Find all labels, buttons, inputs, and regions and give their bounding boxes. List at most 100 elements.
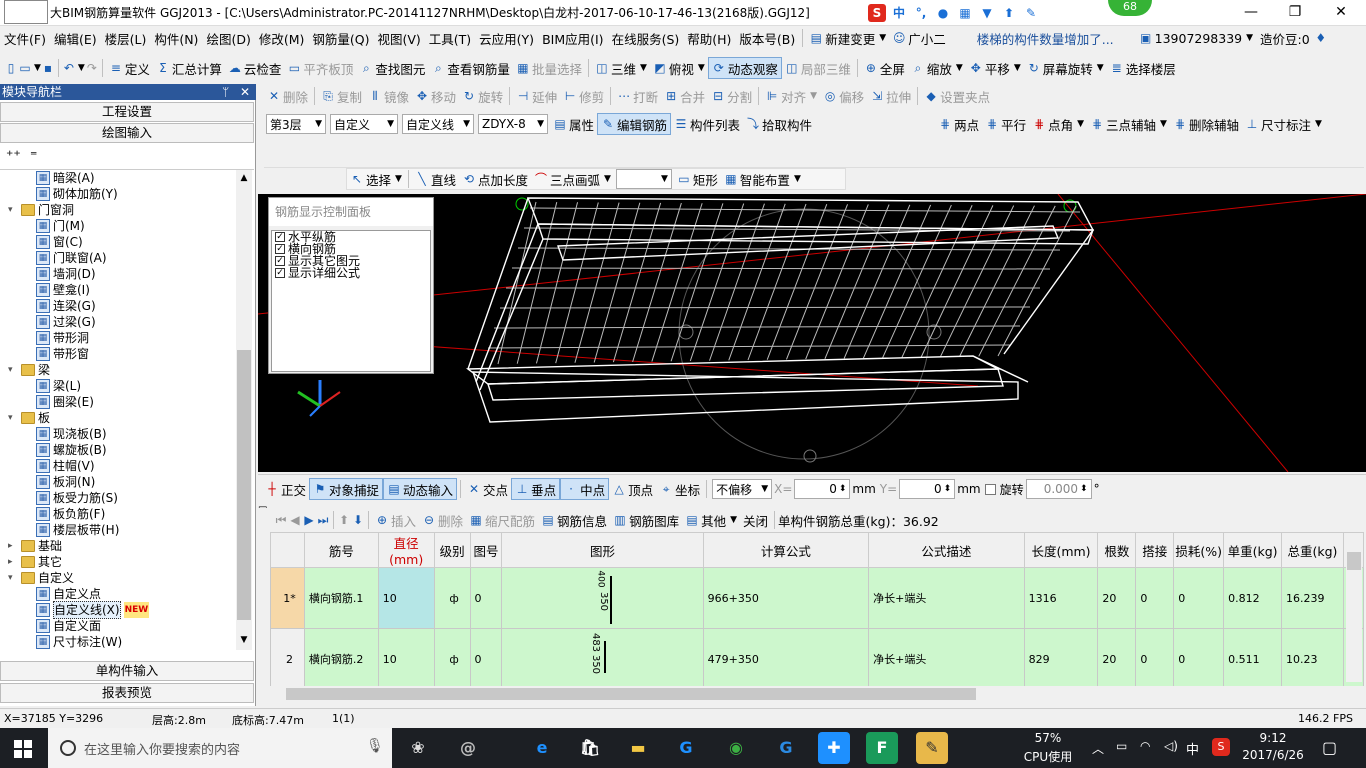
dynamic-input-button[interactable]: ▤ 动态输入 <box>383 478 458 500</box>
midpoint-snap-button[interactable]: · 中点 <box>560 478 610 500</box>
app-green-icon[interactable]: ◉ <box>720 732 752 764</box>
dimension-button[interactable]: ⊥ 尺寸标注 ▼ <box>1242 113 1325 135</box>
notification-badge[interactable]: 68 <box>1108 0 1152 16</box>
expander-icon[interactable]: ▸ <box>8 538 18 554</box>
tree-item[interactable]: ▦ 板受力筋(S) <box>36 490 118 506</box>
last-record-icon[interactable]: ⏭ <box>316 513 330 527</box>
windows-start-icon[interactable] <box>14 740 32 758</box>
ggj-active-app-icon[interactable]: ✚ <box>818 732 850 764</box>
task-view-icon[interactable]: ❀ <box>402 732 434 764</box>
tree-item[interactable]: ▦ 壁龛(I) <box>36 282 90 298</box>
tree-item[interactable]: ▦ 板洞(N) <box>36 474 95 490</box>
select-floor-button[interactable]: ≣ 选择楼层 <box>1107 57 1179 79</box>
stretch-button[interactable]: ⇲ 拉伸 <box>867 85 914 107</box>
new-change-button[interactable]: ▤ 新建变更 ▼ <box>806 27 889 49</box>
taskbar-search-box[interactable]: 在这里输入你要搜索的内容 🎙 <box>48 728 392 768</box>
tree-item[interactable]: ▦ 门联窗(A) <box>36 250 107 266</box>
tree-folder[interactable]: ▾ 梁 <box>8 362 50 378</box>
upload-icon[interactable]: ⬆ <box>1000 4 1018 22</box>
redo-icon[interactable]: ↷ <box>85 61 99 75</box>
rotate-input[interactable]: 0.000 ⬍ <box>1025 479 1092 499</box>
tree-item[interactable]: ▦ 门(M) <box>36 218 85 234</box>
cell-diameter[interactable]: 10 <box>377 628 435 686</box>
menu-rebar[interactable]: 钢筋量(Q) <box>308 29 373 48</box>
menu-tools[interactable]: 工具(T) <box>425 29 475 48</box>
delete-button[interactable]: ✕ 删除 <box>264 85 311 107</box>
undo-icon[interactable]: ↶ <box>62 61 76 75</box>
tree-item[interactable]: ▦ 带形窗 <box>36 346 89 362</box>
expander-icon[interactable]: ▾ <box>8 410 18 426</box>
align-button[interactable]: ⊫ 对齐 ▼ <box>762 85 820 107</box>
close-grid-button[interactable]: 关闭 <box>740 509 771 531</box>
floor-select[interactable]: 第3层 ▼ <box>266 114 326 134</box>
col-grade[interactable]: 级别 <box>433 532 471 568</box>
rebar-info-button[interactable]: ▤ 钢筋信息 <box>538 509 610 531</box>
clock-date[interactable]: 2017/6/26 <box>1238 748 1308 762</box>
network-icon[interactable]: ▭ <box>1116 739 1127 753</box>
fullscreen-button[interactable]: ⊕ 全屏 <box>861 57 908 79</box>
new-file-icon[interactable]: ▯ <box>4 61 18 75</box>
row-number[interactable]: 1* <box>270 567 305 629</box>
ime-mode[interactable]: 中 <box>890 4 908 22</box>
type-select[interactable]: 自定义 ▼ <box>330 114 398 134</box>
menu-version[interactable]: 版本号(B) <box>735 29 799 48</box>
col-length[interactable]: 长度(mm) <box>1023 532 1099 568</box>
save-icon[interactable]: ▪ <box>41 61 55 75</box>
tree-scrollbar[interactable]: ▲ ▼ <box>236 170 252 650</box>
col-formula[interactable]: 计算公式 <box>702 532 870 568</box>
tree-item[interactable]: ▦ 螺旋板(B) <box>36 442 107 458</box>
menu-online[interactable]: 在线服务(S) <box>608 29 684 48</box>
copy-button[interactable]: ⎘ 复制 <box>318 85 365 107</box>
tray-chevron-icon[interactable]: ︿ <box>1092 740 1104 757</box>
ortho-button[interactable]: ┼ 正交 <box>262 478 309 500</box>
dynamic-orbit-button[interactable]: ⟳ 动态观察 <box>707 57 782 79</box>
table-row[interactable]: 1* 横向钢筋.1 10 ф 0 400 350 966+350 净长+端头 1… <box>270 567 1364 629</box>
notes-app-icon[interactable]: ✎ <box>916 732 948 764</box>
ime-toolbar[interactable]: S 中 °, ● ▦ ▼ ⬆ ✎ <box>868 3 1040 23</box>
expander-icon[interactable]: ▾ <box>8 202 18 218</box>
trim-button[interactable]: ⊢ 修剪 <box>560 85 607 107</box>
screen-rotate-button[interactable]: ↻ 屏幕旋转 ▼ <box>1024 57 1107 79</box>
expander-icon[interactable]: ▾ <box>8 570 18 586</box>
point-angle-button[interactable]: ⋕ 点角 ▼ <box>1029 113 1087 135</box>
tree-folder[interactable]: ▸ 其它 <box>8 554 62 570</box>
coordinate-snap-button[interactable]: ⌖ 坐标 <box>656 478 703 500</box>
expand-all-icon[interactable]: ⁺⁺ <box>6 148 21 164</box>
vertex-snap-button[interactable]: △ 顶点 <box>609 478 656 500</box>
tree-item[interactable]: ▦ 暗梁(A) <box>36 170 95 186</box>
app-f-icon[interactable]: F <box>866 732 898 764</box>
tree-item[interactable]: ▦ 柱帽(V) <box>36 458 95 474</box>
table-row[interactable]: 2 横向钢筋.2 10 ф 0 483 350 479+350 净长+端头 82… <box>270 628 1364 686</box>
cell-length[interactable]: 829 <box>1023 628 1099 686</box>
grid-vscrollbar[interactable] <box>1346 552 1362 682</box>
col-formula-desc[interactable]: 公式描述 <box>868 532 1025 568</box>
app-spiral-icon[interactable]: @ <box>452 732 484 764</box>
subtype-select[interactable]: 自定义线 ▼ <box>402 114 474 134</box>
x-input[interactable]: 0 ⬍ <box>794 479 851 499</box>
offset-select[interactable]: 不偏移 ▼ <box>712 479 773 499</box>
align-slab-top-button[interactable]: ▭ 平齐板顶 <box>284 57 356 79</box>
col-shape[interactable]: 图形 <box>501 532 704 568</box>
cell-length[interactable]: 1316 <box>1023 567 1099 629</box>
tree-folder[interactable]: ▸ 基础 <box>8 538 62 554</box>
notice-link[interactable]: 楼梯的构件数量增加了... <box>973 29 1118 48</box>
cell-loss[interactable]: 0 <box>1173 567 1225 629</box>
tree-item[interactable]: ▦ 板负筋(F) <box>36 506 105 522</box>
cell-unit-weight[interactable]: 0.511 <box>1223 628 1282 686</box>
col-bar-no[interactable]: 筋号 <box>303 532 379 568</box>
rectangle-button[interactable]: ▭ 矩形 <box>674 168 721 190</box>
col-count[interactable]: 根数 <box>1097 532 1137 568</box>
3d-button[interactable]: ◫ 三维 ▼ <box>592 57 650 79</box>
find-element-button[interactable]: ⌕ 查找图元 <box>356 57 428 79</box>
move-up-icon[interactable]: ⬆ <box>337 513 351 527</box>
price-beans[interactable]: 造价豆:0 <box>1256 29 1314 48</box>
perpendicular-snap-button[interactable]: ⊥ 垂点 <box>511 478 561 500</box>
cell-count[interactable]: 20 <box>1097 567 1137 629</box>
sogou-tray-icon[interactable]: S <box>1212 738 1230 756</box>
edge-browser-icon[interactable]: e <box>526 732 558 764</box>
grid-hscrollbar[interactable] <box>270 686 1346 702</box>
ime-indicator[interactable]: 中 <box>1186 739 1199 758</box>
col-loss[interactable]: 损耗(%) <box>1173 532 1225 568</box>
col-figure-no[interactable]: 图号 <box>469 532 503 568</box>
tree-item[interactable]: ▦ 连梁(G) <box>36 298 96 314</box>
